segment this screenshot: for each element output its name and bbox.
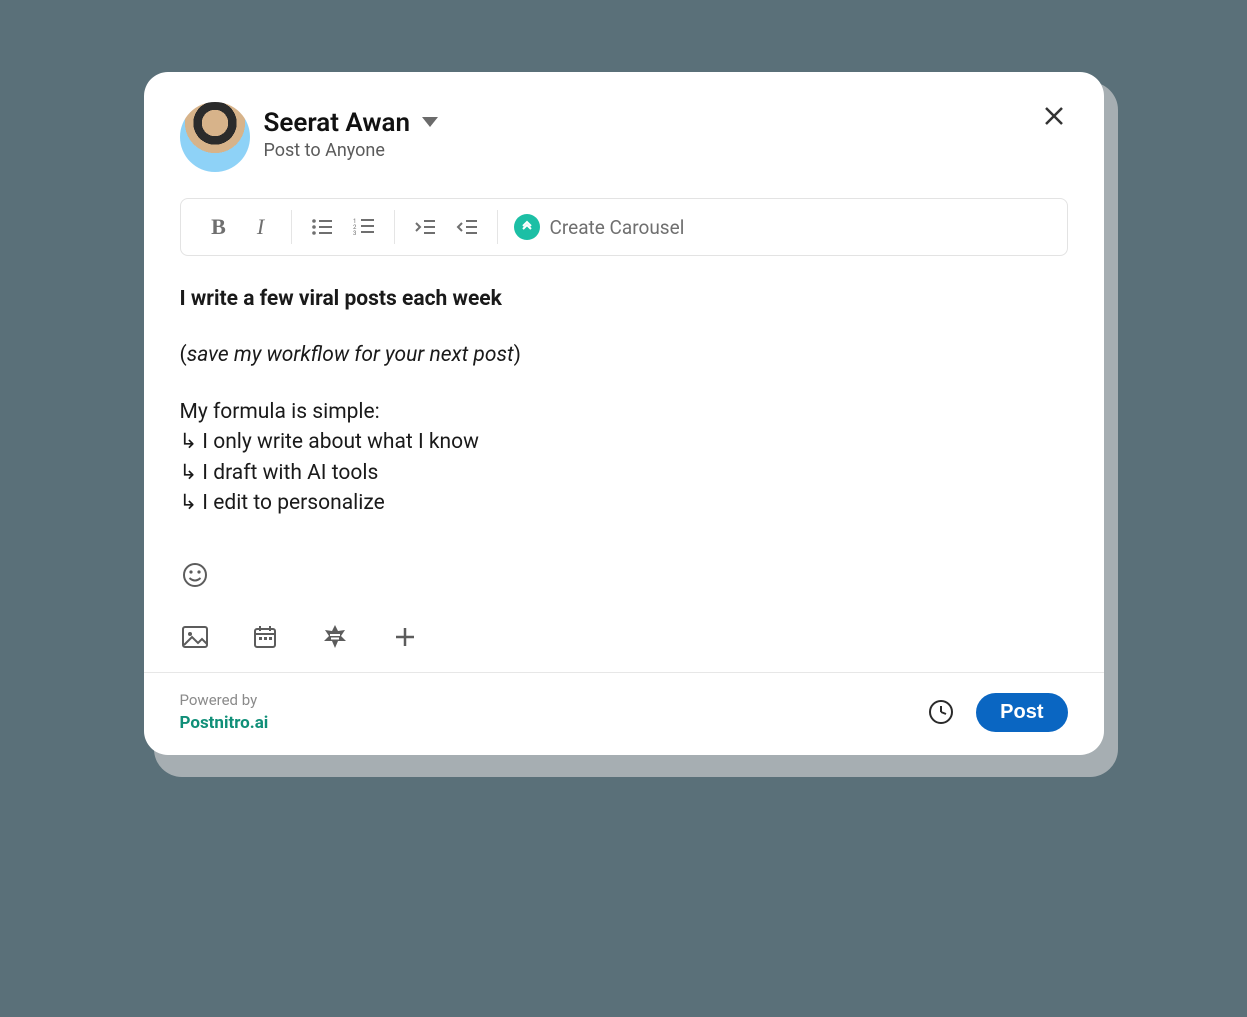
powered-by-block: Powered by Postnitro.ai <box>180 691 269 733</box>
chevron-down-icon <box>422 114 438 133</box>
brand-name[interactable]: Postnitro.ai <box>180 713 269 733</box>
attachment-row <box>180 622 1068 672</box>
outdent-button[interactable] <box>453 213 481 241</box>
paren-italic-text: save my workflow for your next post <box>187 343 514 367</box>
visibility-label: Post to Anyone <box>264 140 439 161</box>
add-event-button[interactable] <box>250 622 280 652</box>
add-image-button[interactable] <box>180 622 210 652</box>
svg-text:3: 3 <box>353 230 356 237</box>
schedule-button[interactable] <box>926 697 956 727</box>
indent-icon <box>414 217 436 237</box>
compose-modal: Seerat Awan Post to Anyone B I <box>144 72 1104 755</box>
content-bullet: ↳ I draft with AI tools <box>180 458 1068 488</box>
author-identity[interactable]: Seerat Awan Post to Anyone <box>264 102 439 161</box>
content-paren-line: (save my workflow for your next post) <box>180 340 1068 370</box>
close-icon <box>1042 104 1066 128</box>
outdent-icon <box>456 217 478 237</box>
author-name: Seerat Awan <box>264 108 411 138</box>
format-toolbar: B I 1 2 3 <box>180 198 1068 256</box>
modal-footer: Powered by Postnitro.ai Post <box>180 673 1068 733</box>
powered-by-label: Powered by <box>180 691 269 709</box>
add-more-button[interactable] <box>390 622 420 652</box>
starburst-icon <box>321 623 349 651</box>
indent-button[interactable] <box>411 213 439 241</box>
calendar-icon <box>252 624 278 650</box>
bold-button[interactable]: B <box>205 213 233 241</box>
content-bold-line: I write a few viral posts each week <box>180 284 1068 314</box>
modal-header: Seerat Awan Post to Anyone <box>180 102 1068 172</box>
toolbar-separator <box>291 210 292 244</box>
paren-open: ( <box>180 343 187 367</box>
content-intro: My formula is simple: <box>180 397 1068 427</box>
content-bullet: ↳ I edit to personalize <box>180 488 1068 518</box>
carousel-label: Create Carousel <box>550 216 685 239</box>
list-ul-icon <box>311 217 333 237</box>
carousel-icon <box>514 214 540 240</box>
emoji-picker-button[interactable] <box>180 560 210 590</box>
close-button[interactable] <box>1036 98 1072 134</box>
plus-icon <box>393 625 417 649</box>
content-bullet: ↳ I only write about what I know <box>180 427 1068 457</box>
clock-icon <box>928 699 954 725</box>
list-ol-icon: 1 2 3 <box>353 217 375 237</box>
create-carousel-button[interactable]: Create Carousel <box>514 214 685 240</box>
italic-button[interactable]: I <box>247 213 275 241</box>
emoji-row <box>180 560 1068 592</box>
celebrate-button[interactable] <box>320 622 350 652</box>
image-icon <box>181 625 209 649</box>
post-editor[interactable]: I write a few viral posts each week (sav… <box>180 284 1068 524</box>
avatar[interactable] <box>180 102 250 172</box>
numbered-list-button[interactable]: 1 2 3 <box>350 213 378 241</box>
bullet-list-button[interactable] <box>308 213 336 241</box>
paren-close: ) <box>514 343 521 367</box>
smile-icon <box>182 562 208 588</box>
toolbar-separator <box>394 210 395 244</box>
toolbar-separator <box>497 210 498 244</box>
post-button[interactable]: Post <box>976 693 1067 732</box>
